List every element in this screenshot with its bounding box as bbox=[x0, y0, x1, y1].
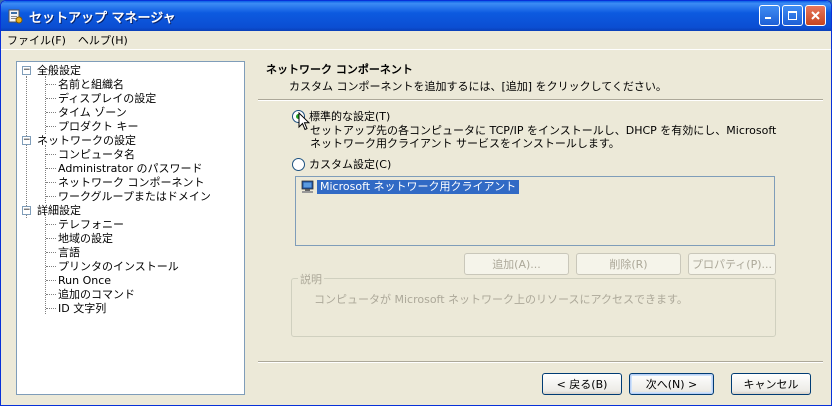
tree-item-id-string[interactable]: ID 文字列 bbox=[58, 302, 106, 316]
close-icon bbox=[811, 11, 820, 20]
component-list[interactable]: Microsoft ネットワーク用クライアント bbox=[295, 176, 775, 246]
setup-manager-window: セットアップ マネージャ ファイル(F) ヘルプ(H) − 全般設定 名前と組織… bbox=[0, 0, 832, 406]
radio-custom-indicator[interactable] bbox=[292, 157, 305, 171]
setup-manager-app-icon bbox=[8, 9, 23, 24]
tree-item-regional[interactable]: 地域の設定 bbox=[58, 232, 113, 246]
properties-button[interactable]: プロパティ(P)... bbox=[688, 253, 776, 275]
radio-custom-settings[interactable]: カスタム設定(C) bbox=[292, 156, 391, 172]
header-separator bbox=[258, 99, 823, 101]
menu-help[interactable]: ヘルプ(H) bbox=[72, 32, 134, 48]
tree-item-printers[interactable]: プリンタのインストール bbox=[58, 260, 179, 274]
expand-toggle-general[interactable]: − bbox=[22, 66, 31, 75]
radio-custom-label: カスタム設定(C) bbox=[309, 158, 392, 171]
tree-item-network-components[interactable]: ネットワーク コンポーネント bbox=[58, 176, 205, 190]
component-label: Microsoft ネットワーク用クライアント bbox=[317, 180, 520, 194]
close-button[interactable] bbox=[805, 5, 826, 26]
description-legend: 説明 bbox=[298, 271, 324, 287]
tree-item-network-settings[interactable]: ネットワークの設定 bbox=[37, 134, 136, 148]
typical-settings-description: セットアップ先の各コンピュータに TCP/IP をインストールし、DHCP を有… bbox=[310, 124, 777, 150]
expand-toggle-advanced[interactable]: − bbox=[22, 206, 31, 215]
tree-item-telephony[interactable]: テレフォニー bbox=[58, 218, 124, 232]
add-button[interactable]: 追加(A)... bbox=[464, 253, 569, 275]
page-header: ネットワーク コンポーネント カスタム コンポーネントを追加するには、[追加] … bbox=[266, 61, 667, 94]
tree-item-run-once[interactable]: Run Once bbox=[58, 274, 111, 288]
tree-item-advanced-settings[interactable]: 詳細設定 bbox=[37, 204, 81, 218]
page-title: ネットワーク コンポーネント bbox=[266, 63, 413, 76]
description-text: コンピュータが Microsoft ネットワーク上のリソースにアクセスできます。 bbox=[314, 293, 688, 306]
menu-bar: ファイル(F) ヘルプ(H) bbox=[1, 31, 831, 50]
description-group: 説明 コンピュータが Microsoft ネットワーク上のリソースにアクセスでき… bbox=[291, 271, 776, 337]
tree-item-additional-commands[interactable]: 追加のコマンド bbox=[58, 288, 135, 302]
maximize-button[interactable] bbox=[782, 5, 803, 26]
expand-toggle-network[interactable]: − bbox=[22, 136, 31, 145]
tree-item-admin-password[interactable]: Administrator のパスワード bbox=[58, 162, 202, 176]
tree-item-language[interactable]: 言語 bbox=[58, 246, 80, 260]
page-subtitle: カスタム コンポーネントを追加するには、[追加] をクリックしてください。 bbox=[289, 80, 667, 93]
network-client-icon bbox=[301, 180, 314, 193]
tree-item-display[interactable]: ディスプレイの設定 bbox=[58, 92, 156, 106]
settings-tree[interactable]: − 全般設定 名前と組織名 ディスプレイの設定 タイム ゾーン プロダクト キー… bbox=[16, 61, 245, 395]
tree-item-computer-name[interactable]: コンピュータ名 bbox=[58, 148, 135, 162]
next-button[interactable]: 次へ(N) > bbox=[629, 373, 714, 395]
tree-item-general-settings[interactable]: 全般設定 bbox=[37, 64, 81, 78]
tree-item-workgroup-domain[interactable]: ワークグループまたはドメイン bbox=[58, 190, 211, 204]
tree-item-timezone[interactable]: タイム ゾーン bbox=[58, 106, 127, 120]
cancel-button[interactable]: キャンセル bbox=[731, 373, 811, 395]
maximize-icon bbox=[788, 11, 797, 20]
tree-item-product-key[interactable]: プロダクト キー bbox=[58, 120, 139, 134]
radio-typical-label: 標準的な設定(T) bbox=[309, 110, 391, 123]
title-bar[interactable]: セットアップ マネージャ bbox=[1, 1, 831, 31]
minimize-button[interactable] bbox=[759, 5, 780, 26]
window-title: セットアップ マネージャ bbox=[29, 10, 176, 26]
tree-item-name-org[interactable]: 名前と組織名 bbox=[58, 78, 124, 92]
mouse-pointer-icon bbox=[298, 112, 310, 131]
remove-button[interactable]: 削除(R) bbox=[576, 253, 681, 275]
list-item[interactable]: Microsoft ネットワーク用クライアント bbox=[300, 180, 520, 194]
footer-separator bbox=[258, 361, 823, 363]
menu-file[interactable]: ファイル(F) bbox=[1, 32, 72, 48]
minimize-icon bbox=[765, 17, 771, 19]
back-button[interactable]: < 戻る(B) bbox=[542, 373, 622, 395]
